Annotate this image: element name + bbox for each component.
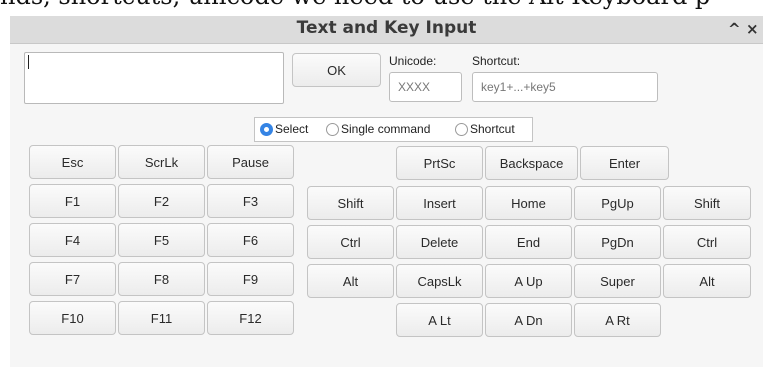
key-ctrl-left[interactable]: Ctrl: [307, 225, 394, 259]
key-delete[interactable]: Delete: [396, 225, 483, 259]
mode-select-label: Select: [275, 122, 309, 136]
mode-radio-group: Select Single command Shortcut: [254, 117, 533, 142]
key-f6[interactable]: F6: [207, 223, 294, 257]
ok-button[interactable]: OK: [292, 53, 381, 87]
text-caret: [28, 55, 29, 69]
unicode-label: Unicode:: [389, 54, 437, 68]
minimize-icon[interactable]: ^: [728, 20, 741, 38]
key-shift-right[interactable]: Shift: [663, 186, 751, 220]
key-end[interactable]: End: [485, 225, 572, 259]
key-esc[interactable]: Esc: [29, 145, 116, 179]
key-a-rt[interactable]: A Rt: [574, 303, 661, 337]
key-f5[interactable]: F5: [118, 223, 205, 257]
mode-shortcut-option[interactable]: Shortcut: [455, 122, 515, 136]
mode-single-command-label: Single command: [341, 122, 431, 136]
key-capslk[interactable]: CapsLk: [396, 264, 483, 298]
key-f1[interactable]: F1: [29, 184, 116, 218]
key-super[interactable]: Super: [574, 264, 661, 298]
radio-unselected-icon: [326, 122, 339, 136]
mode-select-option[interactable]: Select: [260, 122, 308, 136]
key-a-up[interactable]: A Up: [485, 264, 572, 298]
key-scrlk[interactable]: ScrLk: [118, 145, 205, 179]
key-f10[interactable]: F10: [29, 301, 116, 335]
key-f2[interactable]: F2: [118, 184, 205, 218]
radio-unselected-icon: [455, 122, 468, 136]
key-a-dn[interactable]: A Dn: [485, 303, 572, 337]
key-ctrl-right[interactable]: Ctrl: [663, 225, 751, 259]
key-prtsc[interactable]: PrtSc: [396, 146, 483, 180]
window-title: Text and Key Input: [296, 18, 477, 38]
key-f7[interactable]: F7: [29, 262, 116, 296]
key-pause[interactable]: Pause: [207, 145, 294, 179]
radio-selected-icon: [260, 122, 273, 136]
key-shift-left[interactable]: Shift: [307, 186, 394, 220]
key-alt-right[interactable]: Alt: [663, 264, 751, 298]
key-f12[interactable]: F12: [207, 301, 294, 335]
key-f3[interactable]: F3: [207, 184, 294, 218]
shortcut-field[interactable]: key1+...+key5: [472, 72, 658, 102]
key-insert[interactable]: Insert: [396, 186, 483, 220]
unicode-field[interactable]: XXXX: [389, 72, 462, 102]
mode-single-command-option[interactable]: Single command: [326, 122, 430, 136]
shortcut-label: Shortcut:: [472, 54, 521, 68]
key-a-lt[interactable]: A Lt: [396, 303, 483, 337]
key-pgup[interactable]: PgUp: [574, 186, 661, 220]
key-enter[interactable]: Enter: [580, 146, 669, 180]
key-f4[interactable]: F4: [29, 223, 116, 257]
key-home[interactable]: Home: [485, 186, 572, 220]
mode-shortcut-label: Shortcut: [470, 122, 515, 136]
key-backspace[interactable]: Backspace: [485, 146, 578, 180]
key-alt-left[interactable]: Alt: [307, 264, 394, 298]
key-f9[interactable]: F9: [207, 262, 294, 296]
text-input-area[interactable]: [24, 52, 284, 104]
key-pgdn[interactable]: PgDn: [574, 225, 661, 259]
key-f8[interactable]: F8: [118, 262, 205, 296]
title-bar[interactable]: Text and Key Input ^ ×: [10, 16, 763, 44]
key-f11[interactable]: F11: [118, 301, 205, 335]
close-icon[interactable]: ×: [746, 20, 759, 38]
